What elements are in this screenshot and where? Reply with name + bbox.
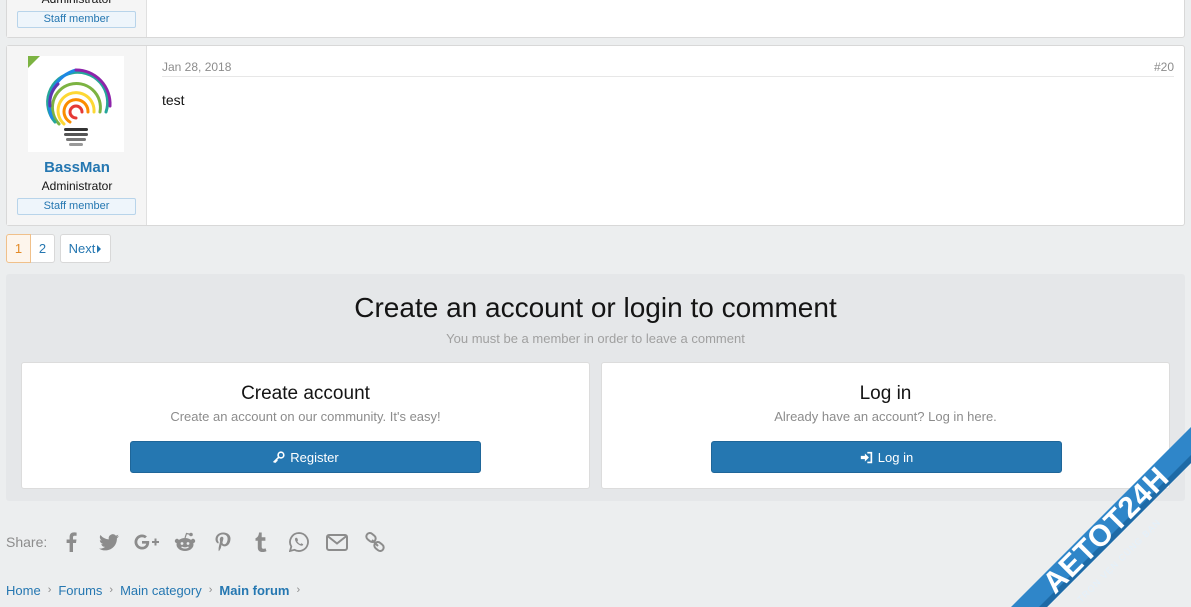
next-page-button[interactable]: Next xyxy=(60,234,111,263)
lightbulb-fingerprint-avatar xyxy=(46,68,112,146)
previous-post-role: Administrator xyxy=(7,0,147,6)
login-description: Already have an account? Log in here. xyxy=(774,409,997,424)
login-card: Log in Already have an account? Log in h… xyxy=(601,362,1170,489)
previous-post: Administrator Staff member xyxy=(6,0,1185,38)
login-title: Log in xyxy=(859,383,912,404)
create-account-description: Create an account on our community. It's… xyxy=(170,409,441,424)
create-account-title: Create account xyxy=(241,383,370,404)
pinterest-icon[interactable] xyxy=(209,530,237,554)
key-icon xyxy=(273,450,285,463)
chevron-right-icon: › xyxy=(47,584,52,596)
whatsapp-icon[interactable] xyxy=(285,530,313,554)
login-prompt-block: Create an account or login to comment Yo… xyxy=(6,274,1185,501)
user-role: Administrator xyxy=(41,179,113,193)
page-2-button[interactable]: 2 xyxy=(31,234,55,263)
tumblr-icon[interactable] xyxy=(247,530,275,554)
pagination: 1 2 Next xyxy=(6,234,111,263)
login-prompt-title: Create an account or login to comment xyxy=(354,292,837,323)
post-divider xyxy=(162,76,1174,77)
svg-text:TRỌN VẸN CÙNG BẠN: TRỌN VẸN CÙNG BẠN xyxy=(1075,517,1162,604)
previous-post-staff-badge: Staff member xyxy=(17,11,136,28)
chevron-right-icon: › xyxy=(109,584,114,596)
chevron-right-icon: › xyxy=(296,584,301,596)
breadcrumb: Home › Forums › Main category › Main for… xyxy=(6,580,307,600)
online-indicator xyxy=(28,56,40,68)
avatar[interactable] xyxy=(28,56,124,152)
share-bar: Share: xyxy=(6,530,399,554)
staff-badge: Staff member xyxy=(17,198,136,215)
facebook-icon[interactable] xyxy=(57,530,85,554)
chevron-right-icon: › xyxy=(208,584,213,596)
login-prompt-subtitle: You must be a member in order to leave a… xyxy=(446,331,745,346)
post-date[interactable]: Jan 28, 2018 xyxy=(162,60,231,74)
share-label: Share: xyxy=(6,534,48,550)
register-label: Register xyxy=(290,449,339,465)
email-icon[interactable] xyxy=(323,530,351,554)
previous-post-user-column: Administrator Staff member xyxy=(7,0,147,37)
sign-in-icon xyxy=(860,451,872,463)
breadcrumb-main-forum[interactable]: Main forum xyxy=(219,583,289,598)
next-label: Next xyxy=(68,241,96,256)
post-number[interactable]: #20 xyxy=(1154,60,1174,74)
page-1-button[interactable]: 1 xyxy=(6,234,31,263)
register-button[interactable]: Register xyxy=(130,441,481,473)
caret-right-icon xyxy=(97,244,102,253)
post-user-column: BassMan Administrator Staff member xyxy=(7,46,147,225)
post: BassMan Administrator Staff member Jan 2… xyxy=(6,45,1185,226)
breadcrumb-main-category[interactable]: Main category xyxy=(120,583,202,598)
reddit-icon[interactable] xyxy=(171,530,199,554)
post-body: test xyxy=(162,92,185,108)
breadcrumb-home[interactable]: Home xyxy=(6,583,41,598)
breadcrumb-forums[interactable]: Forums xyxy=(58,583,102,598)
username[interactable]: BassMan xyxy=(7,159,147,176)
login-label: Log in xyxy=(877,449,914,465)
create-account-card: Create account Create an account on our … xyxy=(21,362,590,489)
link-icon[interactable] xyxy=(361,530,389,554)
google-plus-icon[interactable] xyxy=(133,530,161,554)
login-button[interactable]: Log in xyxy=(711,441,1062,473)
twitter-icon[interactable] xyxy=(95,530,123,554)
